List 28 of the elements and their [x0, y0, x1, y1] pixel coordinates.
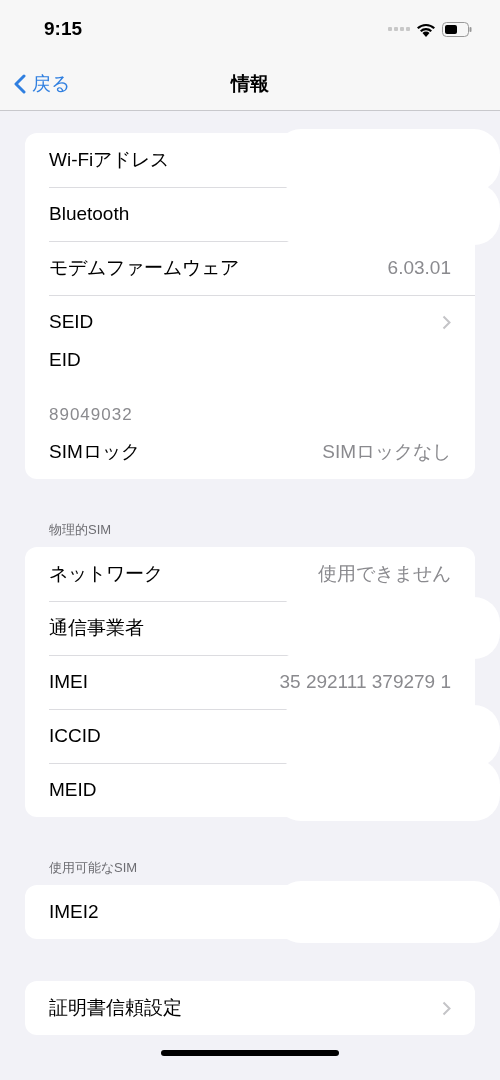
row-label: Wi-Fiアドレス [49, 148, 171, 172]
row-value: 35 292111 379279 1 [279, 671, 451, 693]
row-label: MEID [49, 779, 98, 801]
row-label: ネットワーク [49, 562, 164, 586]
row-label: 通信事業者 [49, 616, 145, 640]
back-chevron-icon [14, 74, 26, 94]
battery-icon [442, 21, 472, 37]
row-label: ICCID [49, 725, 102, 747]
row-label[interactable]: 証明書信頼設定 [49, 995, 442, 1021]
nav-title: 情報 [231, 72, 269, 96]
back-button[interactable]: 戻る [14, 71, 70, 97]
status-time: 9:15 [44, 18, 83, 40]
row-label[interactable]: SEID [49, 311, 442, 333]
section-header: 使用可能なSIM [49, 859, 139, 877]
chevron-icon [442, 1000, 451, 1016]
row-label: Bluetooth [49, 203, 131, 225]
row-value: SIMロックなし [322, 440, 451, 464]
row-label: モデムファームウェア [49, 256, 240, 280]
row-label: EID [49, 349, 81, 372]
row-label: IMEI [49, 671, 90, 693]
row-value: 6.03.01 [387, 257, 451, 279]
wifi-icon [416, 21, 436, 37]
row-value: 使用できません [318, 562, 451, 586]
section-header: 物理的SIM [49, 521, 113, 539]
chevron-icon [442, 314, 451, 330]
row-value: 89049032 [49, 405, 133, 425]
row-label: SIMロック [49, 440, 141, 464]
row-label: IMEI2 [49, 901, 100, 923]
